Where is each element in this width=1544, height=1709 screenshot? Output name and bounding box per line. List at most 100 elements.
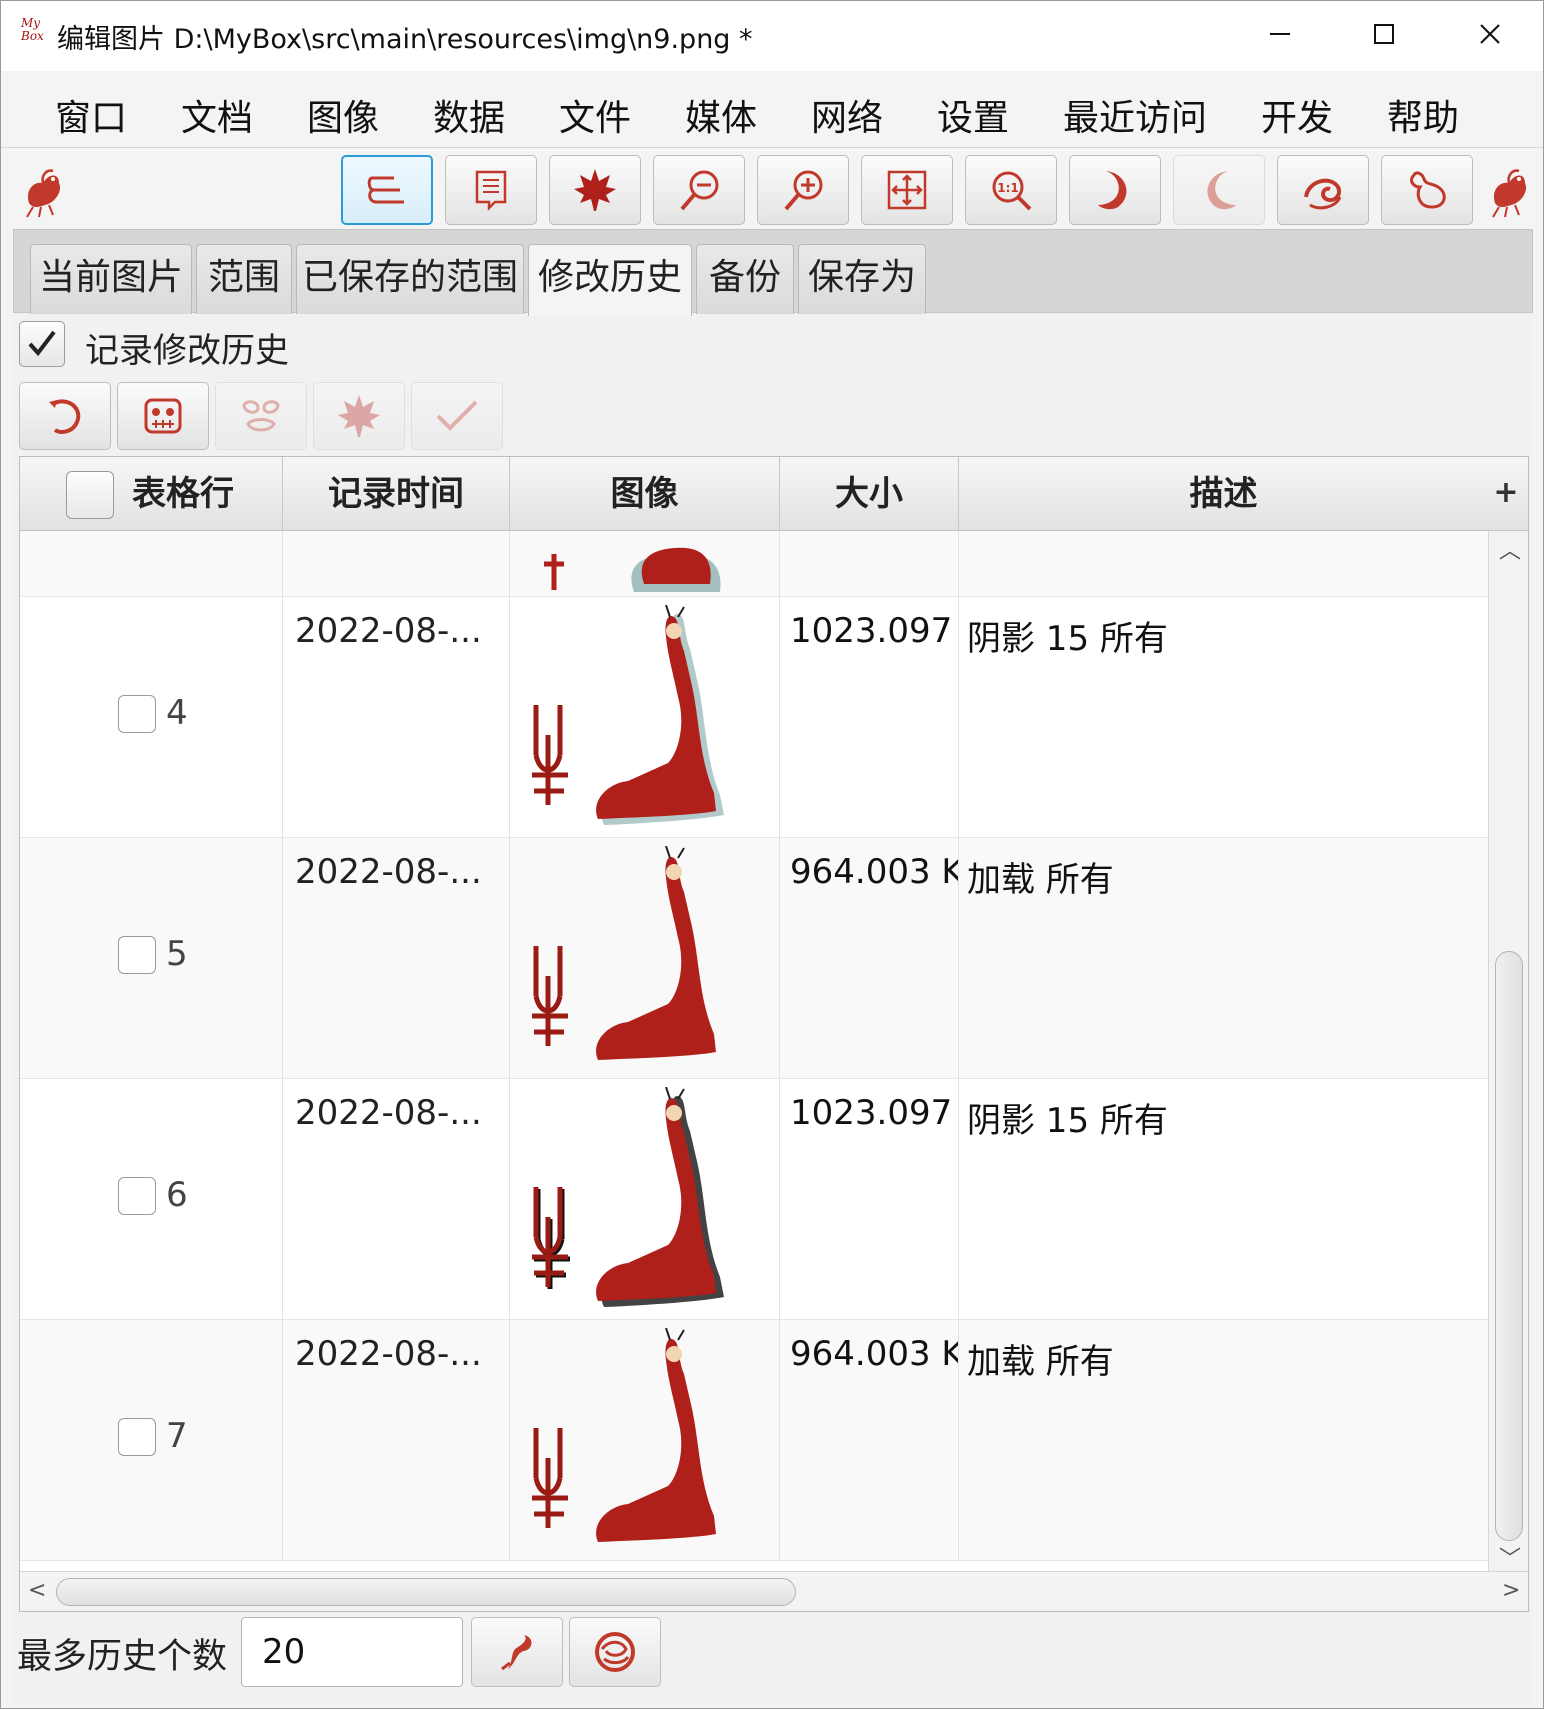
scroll-down-icon[interactable]: ﹀ [1499, 1541, 1521, 1573]
tab-current-image[interactable]: 当前图片 [30, 244, 192, 314]
max-history-input[interactable] [241, 1617, 463, 1687]
app-logo: My Box [21, 16, 44, 43]
history-thumbnail [532, 605, 724, 825]
history-thumbnail [532, 846, 716, 1060]
column-image-header[interactable]: 图像 [510, 457, 780, 531]
table-row[interactable] [20, 531, 1488, 597]
tab-saved-scopes[interactable]: 已保存的范围 [296, 244, 524, 314]
tab-backup[interactable]: 备份 [696, 244, 794, 314]
history-thumbnail [544, 547, 721, 592]
tab-scope[interactable]: 范围 [196, 244, 292, 314]
maple-leaf-icon [574, 169, 616, 211]
phoenix-swirl-icon [501, 1635, 532, 1671]
minimize-button[interactable] [1235, 9, 1325, 59]
maple-leaf-button[interactable] [549, 155, 641, 225]
record-size: 1023.097 K [790, 1093, 958, 1133]
table-body: 4 2022-08-... 1023.097 K 阴影 15 所有 [20, 531, 1488, 1571]
phoenix-icon [1492, 169, 1527, 218]
vertical-scroll-thumb[interactable] [1495, 951, 1523, 1541]
menu-recent[interactable]: 最近访问 [1063, 89, 1207, 141]
column-row-header[interactable]: 表格行 [20, 457, 283, 531]
gourd-button[interactable] [1381, 155, 1473, 225]
menu-settings[interactable]: 设置 [937, 89, 1009, 141]
menu-data[interactable]: 数据 [433, 89, 505, 141]
vertical-scrollbar[interactable]: ︿ ﹀ [1488, 531, 1528, 1573]
record-size: 964.003 K [790, 1334, 959, 1374]
table-row[interactable]: 4 2022-08-... 1023.097 K 阴影 15 所有 [20, 597, 1488, 838]
minimize-icon [1270, 33, 1290, 35]
confirm-button[interactable] [411, 382, 503, 450]
scroll-left-icon[interactable]: < [28, 1578, 46, 1603]
undo-button[interactable] [19, 382, 111, 450]
scroll-up-icon[interactable]: ︿ [1499, 533, 1521, 565]
menu-window[interactable]: 窗口 [55, 89, 127, 141]
swirl-button[interactable] [1277, 155, 1369, 225]
tab-save-as[interactable]: 保存为 [798, 244, 926, 314]
maximize-button[interactable] [1339, 9, 1429, 59]
rotate-right-icon [1098, 171, 1127, 210]
apply-max-history-button[interactable] [471, 1617, 563, 1687]
record-description: 阴影 15 所有 [967, 1101, 1168, 1141]
toolbar: 1:1 [1, 149, 1543, 229]
note-icon [475, 170, 507, 212]
menu-file[interactable]: 文件 [559, 89, 631, 141]
cloud-pattern-button[interactable] [569, 1617, 661, 1687]
gourd-icon [1410, 171, 1446, 209]
phoenix-icon [26, 169, 61, 218]
menu-develop[interactable]: 开发 [1261, 89, 1333, 141]
zoom-in-button[interactable] [757, 155, 849, 225]
column-size-header[interactable]: 大小 [780, 457, 959, 531]
undo-icon [49, 399, 81, 434]
row-checkbox[interactable] [118, 1418, 156, 1456]
record-size: 964.003 K [790, 852, 959, 892]
window-title: 编辑图片 D:\MyBox\src\main\resources\img\n9.… [57, 24, 753, 55]
actual-size-button[interactable]: 1:1 [965, 155, 1057, 225]
actual-size-icon: 1:1 [992, 171, 1032, 211]
select-all-checkbox[interactable] [66, 471, 114, 519]
horizontal-scroll-thumb[interactable] [56, 1578, 796, 1606]
fit-window-button[interactable] [861, 155, 953, 225]
record-description: 阴影 15 所有 [967, 619, 1168, 659]
app-window: My Box 编辑图片 D:\MyBox\src\main\resources\… [0, 0, 1544, 1709]
table-row[interactable]: 5 2022-08-... 964.003 K 加载 所有 [20, 838, 1488, 1079]
column-time-header[interactable]: 记录时间 [283, 457, 510, 531]
cloud-pattern-icon [595, 1632, 635, 1672]
row-number: 7 [166, 1416, 188, 1456]
row-checkbox[interactable] [118, 1177, 156, 1215]
close-button[interactable] [1445, 9, 1535, 59]
menu-help[interactable]: 帮助 [1387, 89, 1459, 141]
note-button[interactable] [445, 155, 537, 225]
column-desc-header[interactable]: 描述 [959, 457, 1488, 531]
menu-media[interactable]: 媒体 [685, 89, 757, 141]
close-icon [1480, 24, 1500, 44]
record-description: 加载 所有 [967, 860, 1114, 900]
menu-document[interactable]: 文档 [181, 89, 253, 141]
list-view-button[interactable] [341, 155, 433, 225]
record-time: 2022-08-... [295, 1093, 482, 1133]
horizontal-scrollbar[interactable]: < > [20, 1571, 1528, 1611]
row-number: 4 [166, 693, 188, 733]
record-history-checkbox[interactable] [19, 321, 65, 367]
clear-history-button[interactable] [215, 382, 307, 450]
menu-image[interactable]: 图像 [307, 89, 379, 141]
history-thumbnail [532, 1328, 716, 1542]
rotate-left-button[interactable] [1173, 155, 1265, 225]
table-row[interactable]: 7 2022-08-... 964.003 K 加载 所有 [20, 1320, 1488, 1561]
pattern-mask-icon [242, 400, 280, 432]
bronze-mask-button[interactable] [117, 382, 209, 450]
history-table: 表格行 记录时间 图像 大小 描述 + 4 2022-08-... 1023.0… [19, 456, 1529, 1612]
menu-network[interactable]: 网络 [811, 89, 883, 141]
tab-history[interactable]: 修改历史 [528, 244, 692, 316]
title-bar: My Box 编辑图片 D:\MyBox\src\main\resources\… [1, 1, 1543, 71]
zoom-out-button[interactable] [653, 155, 745, 225]
table-row[interactable]: 6 2022-08-... 1023.097 K 阴影 15 所有 [20, 1079, 1488, 1320]
column-menu-button[interactable]: + [1488, 471, 1524, 515]
scroll-right-icon[interactable]: > [1502, 1578, 1520, 1603]
load-history-button[interactable] [313, 382, 405, 450]
row-checkbox[interactable] [118, 695, 156, 733]
rotate-right-button[interactable] [1069, 155, 1161, 225]
zoom-out-icon [680, 170, 719, 211]
row-checkbox[interactable] [118, 936, 156, 974]
bronze-mask-icon [144, 398, 182, 434]
maximize-icon [1374, 24, 1394, 44]
